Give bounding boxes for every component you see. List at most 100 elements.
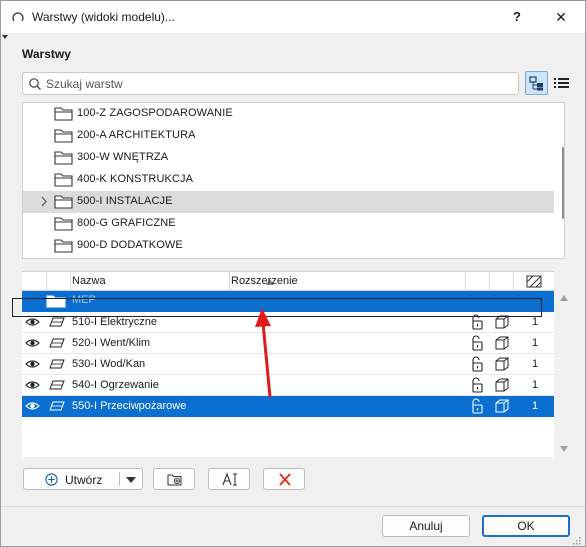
folder-label: 400-K KONSTRUKCJA xyxy=(77,173,194,185)
collapse-triangle-icon[interactable] xyxy=(2,35,8,39)
scroll-up-icon[interactable] xyxy=(560,295,568,301)
resize-grip-icon[interactable] xyxy=(573,537,581,545)
layer-name: 550-I Przeciwpożarowe xyxy=(72,400,187,412)
lock-icon[interactable] xyxy=(470,377,484,393)
solid-model-icon[interactable] xyxy=(495,336,509,350)
window-title: Warstwy (widoki modelu)... xyxy=(32,10,175,24)
plus-circle-icon xyxy=(45,473,58,486)
folder-row[interactable]: 500-I INSTALACJE xyxy=(23,191,554,213)
layer-name: 540-I Ogrzewanie xyxy=(72,379,159,391)
delete-button[interactable] xyxy=(263,468,305,490)
layer-icon xyxy=(49,317,65,327)
eye-icon[interactable] xyxy=(25,359,40,369)
folder-icon xyxy=(54,195,73,209)
hatch-icon xyxy=(526,275,542,288)
list-view-icon xyxy=(554,78,569,88)
layer-icon xyxy=(49,359,65,369)
folder-tree[interactable]: 100-Z ZAGOSPODAROWANIE 200-A ARCHITEKTURA… xyxy=(22,102,565,259)
layer-name: 510-I Elektryczne xyxy=(72,316,157,328)
eye-icon[interactable] xyxy=(25,338,40,348)
eye-icon[interactable] xyxy=(25,380,40,390)
ok-button[interactable]: OK xyxy=(482,515,570,537)
folder-row[interactable]: 300-W WNĘTRZA xyxy=(23,147,554,169)
folder-icon xyxy=(54,151,73,165)
chevron-down-icon[interactable] xyxy=(126,477,136,483)
header-visibility[interactable] xyxy=(22,272,47,291)
rename-icon xyxy=(222,472,237,486)
search-input[interactable]: Szukaj warstw xyxy=(22,72,519,95)
folder-label: 800-G GRAFICZNE xyxy=(77,217,176,229)
layer-row[interactable]: 540-I Ogrzewanie 1 xyxy=(22,375,554,396)
solid-model-icon[interactable] xyxy=(495,357,509,371)
folder-icon xyxy=(54,173,73,187)
tree-view-button[interactable] xyxy=(525,71,548,95)
section-title: Warstwy xyxy=(22,47,71,61)
lock-icon[interactable] xyxy=(470,398,484,414)
eye-icon[interactable] xyxy=(25,317,40,327)
intersection-group-number: 1 xyxy=(532,379,539,391)
header-wireframe[interactable] xyxy=(490,272,514,291)
folder-icon xyxy=(54,217,73,231)
header-name-label: Nazwa xyxy=(72,275,106,287)
search-placeholder: Szukaj warstw xyxy=(46,77,123,91)
folder-icon xyxy=(54,129,73,143)
intersection-group-number: 1 xyxy=(532,316,539,328)
annotation-arrow xyxy=(255,308,272,398)
header-extension-label: Rozszerzenie xyxy=(231,275,298,287)
header-type[interactable] xyxy=(47,272,71,291)
solid-model-icon[interactable] xyxy=(495,378,509,392)
layer-row[interactable]: 550-I Przeciwpożarowe 1 xyxy=(22,396,554,417)
delete-icon xyxy=(279,473,291,486)
search-icon xyxy=(29,78,41,90)
new-folder-button[interactable] xyxy=(153,468,195,490)
create-button[interactable]: Utwórz xyxy=(23,468,143,490)
create-button-label: Utwórz xyxy=(65,473,103,487)
folder-label: 300-W WNĘTRZA xyxy=(77,151,169,163)
lock-icon[interactable] xyxy=(470,335,484,351)
folder-label: 100-Z ZAGOSPODAROWANIE xyxy=(77,107,233,119)
lock-icon[interactable] xyxy=(470,356,484,372)
help-button[interactable]: ? xyxy=(507,8,527,28)
folder-row[interactable]: 400-K KONSTRUKCJA xyxy=(23,169,554,191)
folder-row[interactable]: 100-Z ZAGOSPODAROWANIE xyxy=(23,103,554,125)
tree-view-icon xyxy=(529,76,543,91)
rename-button[interactable] xyxy=(208,468,250,490)
layer-row[interactable]: 530-I Wod/Kan 1 xyxy=(22,354,554,375)
scroll-down-icon[interactable] xyxy=(560,446,568,452)
folder-icon xyxy=(54,239,73,253)
intersection-group-number: 1 xyxy=(532,358,539,370)
layer-name: 530-I Wod/Kan xyxy=(72,358,146,370)
layer-icon xyxy=(49,401,65,411)
header-extension[interactable]: Rozszerzenie xyxy=(230,272,466,291)
folder-label: 900-D DODATKOWE xyxy=(77,239,183,251)
intersection-group-number: 1 xyxy=(532,400,539,412)
eye-icon[interactable] xyxy=(25,401,40,411)
loading-icon xyxy=(12,12,24,22)
list-view-button[interactable] xyxy=(550,71,573,95)
layer-table-header: Nazwa Rozszerzenie xyxy=(22,272,554,291)
header-lock[interactable] xyxy=(466,272,490,291)
header-intersection-group[interactable] xyxy=(514,272,554,291)
solid-model-icon[interactable] xyxy=(495,315,509,329)
layer-icon xyxy=(49,338,65,348)
intersection-group-number: 1 xyxy=(532,337,539,349)
folder-label: 500-I INSTALACJE xyxy=(77,195,173,207)
cancel-button[interactable]: Anuluj xyxy=(382,515,470,537)
header-name[interactable]: Nazwa xyxy=(71,272,274,291)
folder-scrollbar[interactable] xyxy=(562,147,564,219)
footer-divider xyxy=(1,506,585,507)
layer-name: 520-I Went/Klim xyxy=(72,337,151,349)
folder-row[interactable]: 900-D DODATKOWE xyxy=(23,235,554,257)
solid-model-icon[interactable] xyxy=(495,399,509,413)
button-separator xyxy=(119,472,120,486)
close-button[interactable]: ✕ xyxy=(551,8,571,28)
folder-icon xyxy=(54,107,73,121)
layer-row[interactable]: 520-I Went/Klim 1 xyxy=(22,333,554,354)
folder-row[interactable]: 800-G GRAFICZNE xyxy=(23,213,554,235)
folder-row[interactable]: 200-A ARCHITEKTURA xyxy=(23,125,554,147)
layer-icon xyxy=(49,380,65,390)
new-folder-icon xyxy=(167,474,182,486)
layers-dialog: Warstwy (widoki modelu)... ? ✕ Warstwy S… xyxy=(0,0,586,547)
title-bar: Warstwy (widoki modelu)... ? ✕ xyxy=(1,1,585,33)
chevron-right-icon[interactable] xyxy=(40,196,48,207)
